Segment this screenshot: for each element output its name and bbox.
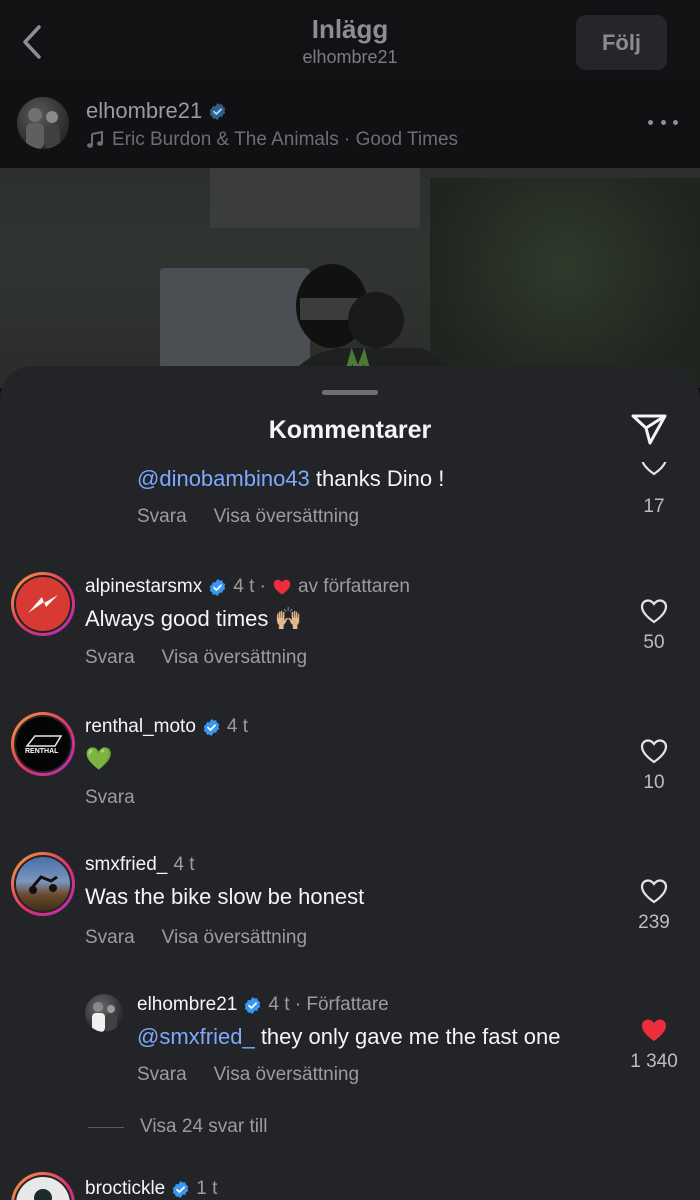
translate-button[interactable]: Visa översättning <box>214 506 359 528</box>
comment-meta: alpinestarsmx 4 t · av författaren <box>85 576 410 598</box>
avatar[interactable] <box>11 852 75 916</box>
avatar[interactable] <box>85 994 123 1032</box>
author-liked-heart-icon <box>273 579 291 595</box>
avatar-photo-icon <box>92 1002 117 1032</box>
comment-mention[interactable]: @smxfried_ <box>137 1024 255 1049</box>
dirtbike-photo-icon <box>29 875 58 894</box>
like-control[interactable]: 50 <box>624 598 684 654</box>
comment-time: 4 t <box>173 854 195 875</box>
alpinestars-logo-icon <box>28 595 58 613</box>
comment-text: @smxfried_ they only gave me the fast on… <box>137 1024 561 1049</box>
comment-time: 1 t <box>196 1178 218 1199</box>
reply-button[interactable]: Svara <box>137 506 187 528</box>
like-count: 239 <box>638 912 670 933</box>
music-label: Eric Burdon & The Animals · Good Times <box>112 129 459 150</box>
like-count: 50 <box>643 632 665 653</box>
comment-actions: Svara <box>85 787 135 809</box>
translate-button[interactable]: Visa översättning <box>162 647 307 669</box>
comment-text: 💚 <box>85 746 113 771</box>
comment-time: 4 t <box>226 716 249 737</box>
avatar[interactable] <box>11 1172 75 1200</box>
translate-button[interactable]: Visa översättning <box>214 1064 359 1086</box>
follow-button[interactable]: Följ <box>576 15 667 70</box>
share-send-icon[interactable] <box>630 410 668 448</box>
comment-actions: Svara Visa översättning <box>137 1064 359 1086</box>
like-control[interactable]: 1 340 <box>614 1017 694 1073</box>
heart-outline-icon <box>641 462 667 476</box>
translate-button[interactable]: Visa översättning <box>162 927 307 949</box>
post-author-avatar[interactable] <box>17 97 69 149</box>
more-options-icon[interactable] <box>648 110 678 134</box>
comment-mention[interactable]: @dinobambino43 <box>137 466 310 491</box>
comment-meta: smxfried_ 4 t <box>85 854 194 876</box>
post-author[interactable]: elhombre21 <box>86 98 227 124</box>
comment-meta: elhombre21 4 t · Författare <box>137 994 389 1016</box>
verified-badge-icon <box>203 718 220 736</box>
heart-outline-icon <box>640 599 668 624</box>
sheet-drag-handle[interactable] <box>322 390 378 395</box>
like-control[interactable]: 17 <box>624 462 684 518</box>
music-note-icon <box>87 131 103 148</box>
comments-sheet: Kommentarer @dinobambino43 thanks Dino !… <box>0 366 700 1200</box>
avatar-photo-icon <box>34 1189 52 1200</box>
like-control[interactable]: 10 <box>624 738 684 794</box>
renthal-logo-icon: RENTHAL <box>25 735 63 755</box>
verified-badge-icon <box>209 102 226 120</box>
comment-text: Was the bike slow be honest <box>85 884 365 909</box>
heart-outline-icon <box>640 739 668 764</box>
comment-username[interactable]: alpinestarsmx <box>85 576 202 598</box>
view-more-replies-button[interactable]: Visa 24 svar till <box>88 1116 267 1138</box>
heart-filled-icon <box>642 1019 666 1041</box>
avatar-photo-icon <box>26 108 60 149</box>
post-image[interactable] <box>0 168 700 388</box>
like-count: 1 340 <box>630 1051 678 1072</box>
verified-badge-icon <box>173 1180 189 1198</box>
author-liked-label: av författaren <box>297 576 410 597</box>
like-count: 17 <box>643 496 665 517</box>
verified-badge-icon <box>210 578 226 596</box>
sheet-title: Kommentarer <box>268 416 432 444</box>
reply-button[interactable]: Svara <box>85 647 135 669</box>
comment-time: 4 t · Författare <box>268 994 389 1015</box>
avatar[interactable]: RENTHAL <box>11 712 75 776</box>
comment-username[interactable]: elhombre21 <box>137 994 237 1016</box>
reply-button[interactable]: Svara <box>85 787 135 809</box>
svg-text:RENTHAL: RENTHAL <box>25 748 59 755</box>
post-header: elhombre21 Eric Burdon & The Animals · G… <box>0 80 700 168</box>
rider-photo <box>283 264 459 388</box>
comment-text: Always good times 🙌🏼 <box>85 606 302 631</box>
replies-divider <box>88 1126 124 1128</box>
comment-actions: Svara Visa översättning <box>85 647 307 669</box>
heart-outline-icon <box>640 879 668 904</box>
like-count: 10 <box>643 772 665 793</box>
post-music[interactable]: Eric Burdon & The Animals · Good Times <box>86 129 458 151</box>
comment-username[interactable]: broctickle <box>85 1178 165 1200</box>
like-control[interactable]: 239 <box>624 878 684 934</box>
comment-text: @dinobambino43 thanks Dino ! <box>137 466 445 491</box>
comment-time: 4 t · <box>233 576 266 597</box>
reply-button[interactable]: Svara <box>137 1064 187 1086</box>
top-navigation-bar: Inlägg elhombre21 Följ <box>0 0 700 80</box>
verified-badge-icon <box>245 996 261 1014</box>
view-more-replies-label: Visa 24 svar till <box>140 1116 268 1137</box>
comment-username[interactable]: renthal_moto <box>85 716 196 738</box>
comment-meta: renthal_moto 4 t <box>85 716 248 738</box>
reply-button[interactable]: Svara <box>85 927 135 949</box>
post-username: elhombre21 <box>86 98 203 123</box>
comment-actions: Svara Visa översättning <box>85 927 307 949</box>
comment-meta: broctickle 1 t <box>85 1178 217 1200</box>
comment-username[interactable]: smxfried_ <box>85 854 167 876</box>
comment-actions: Svara Visa översättning <box>137 506 359 528</box>
avatar[interactable] <box>11 572 75 636</box>
